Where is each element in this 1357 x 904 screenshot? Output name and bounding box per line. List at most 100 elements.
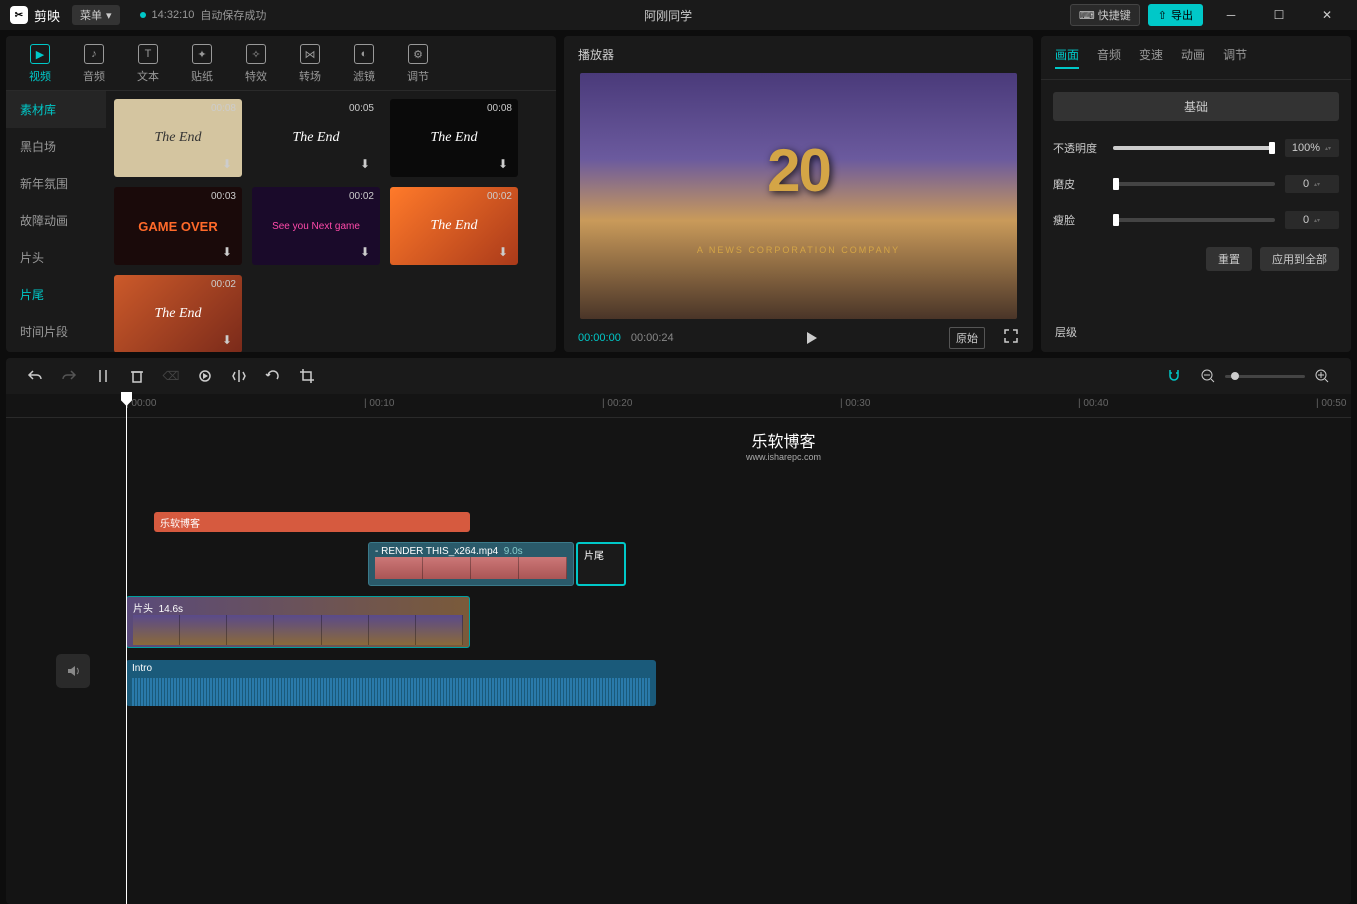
rotate-button[interactable] — [264, 368, 282, 384]
fullscreen-button[interactable] — [1003, 328, 1019, 347]
download-icon[interactable]: ⬇ — [222, 333, 238, 349]
track-mute-button[interactable] — [56, 654, 90, 688]
media-thumbnail[interactable]: 00:02 The End ⬇ — [390, 187, 518, 265]
download-icon[interactable]: ⬇ — [222, 157, 238, 173]
inspector-tab[interactable]: 调节 — [1223, 46, 1247, 69]
keyboard-icon: ⌨ — [1079, 10, 1095, 22]
download-icon[interactable]: ⬇ — [360, 157, 376, 173]
media-body: 素材库黑白场新年氛围故障动画片头片尾时间片段 00:08 The End ⬇00… — [6, 90, 556, 352]
inspector-tab[interactable]: 画面 — [1055, 46, 1079, 69]
thin-slider[interactable] — [1113, 218, 1275, 222]
thumb-duration: 00:02 — [211, 279, 236, 290]
text-clip[interactable]: 乐软博客 — [154, 512, 470, 532]
zoom-slider[interactable] — [1225, 375, 1305, 378]
category-item[interactable]: 新年氛围 — [6, 165, 106, 202]
category-item[interactable]: 片头 — [6, 239, 106, 276]
minimize-button[interactable]: ─ — [1211, 0, 1251, 30]
ruler-tick: | 00:10 — [364, 398, 394, 409]
thumb-duration: 00:08 — [211, 103, 236, 114]
tab-icon: ♪ — [84, 44, 104, 64]
category-item[interactable]: 故障动画 — [6, 202, 106, 239]
opacity-value[interactable]: 100%▴▾ — [1285, 139, 1339, 157]
category-item[interactable]: 时间片段 — [6, 313, 106, 350]
media-tab-1[interactable]: ♪ 音频 — [68, 38, 120, 90]
download-icon[interactable]: ⬇ — [498, 245, 514, 261]
audio-track[interactable]: Intro — [6, 656, 1351, 710]
play-button[interactable] — [684, 330, 939, 346]
media-thumbnail[interactable]: 00:02 The End ⬇ — [114, 275, 242, 352]
inspector-body: 基础 不透明度 100%▴▾ 磨皮 0▴▾ 瘦脸 — [1041, 80, 1351, 352]
record-button[interactable] — [196, 368, 214, 384]
redo-button[interactable] — [60, 368, 78, 384]
audio-clip[interactable]: Intro — [126, 660, 656, 706]
thumb-text: The End — [430, 130, 477, 146]
smooth-row: 磨皮 0▴▾ — [1053, 175, 1339, 193]
smooth-value[interactable]: 0▴▾ — [1285, 175, 1339, 193]
magnet-button[interactable] — [1165, 368, 1183, 384]
text-track[interactable]: 乐软博客 — [6, 508, 1351, 536]
media-thumbnail[interactable]: 00:08 The End ⬇ — [390, 99, 518, 177]
maximize-button[interactable]: ☐ — [1259, 0, 1299, 30]
crop-left-button[interactable]: ⌫ — [162, 369, 180, 383]
main-video-track[interactable]: 片头 14.6s — [6, 592, 1351, 652]
inspector-tab[interactable]: 变速 — [1139, 46, 1163, 69]
playhead[interactable] — [126, 394, 127, 904]
shortcut-button[interactable]: ⌨ 快捷键 — [1070, 4, 1140, 26]
timeline[interactable]: | 00:00| 00:10| 00:20| 00:30| 00:40| 00:… — [6, 394, 1351, 904]
media-tab-4[interactable]: ✧特效 — [230, 38, 282, 90]
media-tab-2[interactable]: T文本 — [122, 38, 174, 90]
tab-label: 转场 — [299, 68, 321, 84]
media-thumbnail[interactable]: 00:05 The End ⬇ — [252, 99, 380, 177]
stepper-icon[interactable]: ▴▾ — [1313, 181, 1321, 188]
smooth-slider[interactable] — [1113, 182, 1275, 186]
close-button[interactable]: ✕ — [1307, 0, 1347, 30]
stepper-icon[interactable]: ▴▾ — [1313, 217, 1321, 224]
thumb-text: See you Next game — [272, 221, 360, 232]
media-thumbnail[interactable]: 00:02 See you Next game ⬇ — [252, 187, 380, 265]
overlay-clip[interactable]: - RENDER THIS_x264.mp4 9.0s — [368, 542, 574, 586]
split-button[interactable] — [94, 368, 112, 384]
menu-button[interactable]: 菜单 ▾ — [72, 5, 120, 25]
category-item[interactable]: 黑白场 — [6, 128, 106, 165]
apply-all-button[interactable]: 应用到全部 — [1260, 247, 1339, 271]
basic-section-button[interactable]: 基础 — [1053, 92, 1339, 121]
media-thumbnail[interactable]: 00:03 GAME OVER ⬇ — [114, 187, 242, 265]
download-icon[interactable]: ⬇ — [222, 245, 238, 261]
media-tab-5[interactable]: ⋈转场 — [284, 38, 336, 90]
zoom-in-button[interactable] — [1313, 368, 1331, 384]
export-icon: ⇧ — [1158, 9, 1167, 22]
media-tab-6[interactable]: ◐滤镜 — [338, 38, 390, 90]
main-clip[interactable]: 片头 14.6s — [126, 596, 470, 648]
media-tab-7[interactable]: ⚙调节 — [392, 38, 444, 90]
opacity-slider[interactable] — [1113, 146, 1275, 150]
duration-time: 00:00:24 — [631, 332, 674, 344]
mirror-button[interactable] — [230, 368, 248, 384]
overlay-track[interactable]: - RENDER THIS_x264.mp4 9.0s 片尾 — [6, 540, 1351, 588]
tab-icon: ✧ — [246, 44, 266, 64]
inspector-tab[interactable]: 音频 — [1097, 46, 1121, 69]
thin-value[interactable]: 0▴▾ — [1285, 211, 1339, 229]
tab-label: 音频 — [83, 68, 105, 84]
download-icon[interactable]: ⬇ — [498, 157, 514, 173]
crop-button[interactable] — [298, 368, 316, 384]
tab-label: 滤镜 — [353, 68, 375, 84]
preview-video[interactable]: 20 A NEWS CORPORATION COMPANY — [580, 73, 1017, 319]
category-item[interactable]: 素材库 — [6, 91, 106, 128]
stepper-icon[interactable]: ▴▾ — [1324, 145, 1332, 152]
export-button[interactable]: ⇧ 导出 — [1148, 4, 1203, 26]
menu-label: 菜单 — [80, 7, 102, 23]
tail-clip[interactable]: 片尾 — [576, 542, 626, 586]
timeline-ruler[interactable]: | 00:00| 00:10| 00:20| 00:30| 00:40| 00:… — [6, 394, 1351, 418]
inspector-tab[interactable]: 动画 — [1181, 46, 1205, 69]
ruler-tick: | 00:20 — [602, 398, 632, 409]
undo-button[interactable] — [26, 368, 44, 384]
reset-button[interactable]: 重置 — [1206, 247, 1252, 271]
category-item[interactable]: 片尾 — [6, 276, 106, 313]
media-tab-0[interactable]: ▶视频 — [14, 38, 66, 90]
zoom-out-button[interactable] — [1199, 368, 1217, 384]
media-tab-3[interactable]: ✦贴纸 — [176, 38, 228, 90]
aspect-button[interactable]: 原始 — [949, 327, 985, 349]
media-thumbnail[interactable]: 00:08 The End ⬇ — [114, 99, 242, 177]
download-icon[interactable]: ⬇ — [360, 245, 376, 261]
delete-button[interactable] — [128, 368, 146, 384]
